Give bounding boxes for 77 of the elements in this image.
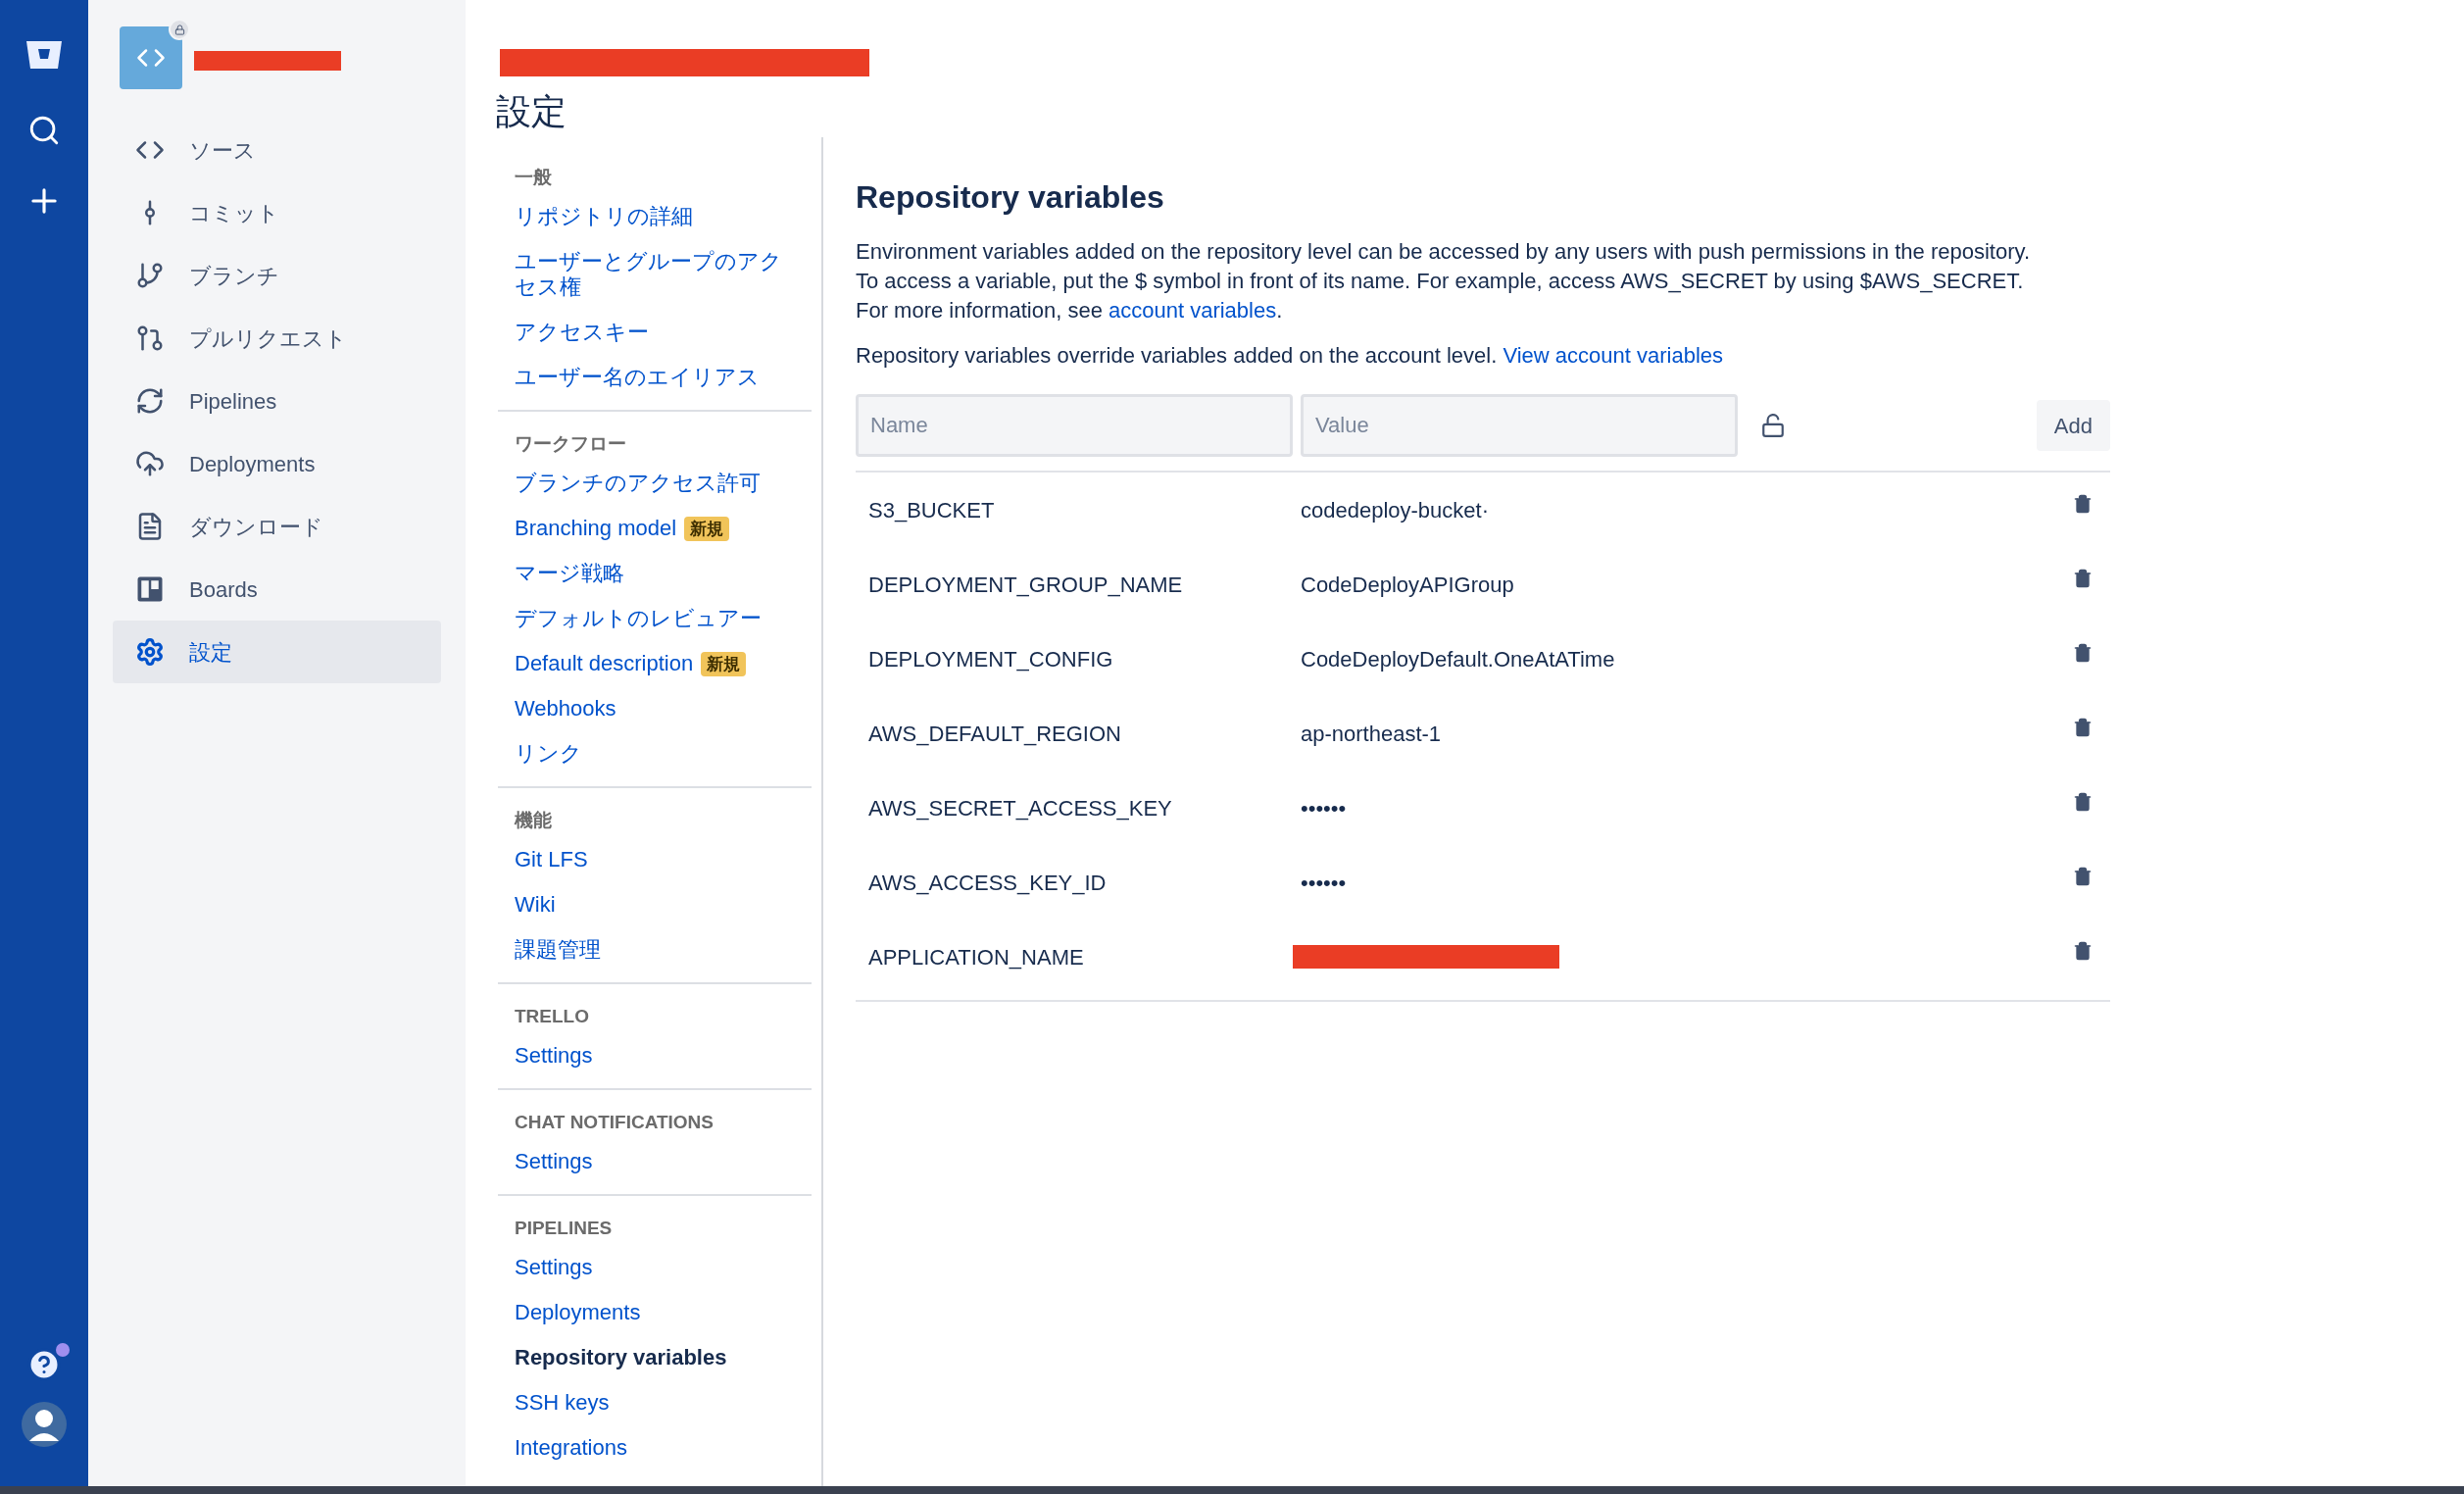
delete-icon[interactable] [2073,792,2093,812]
add-button[interactable]: Add [2036,400,2110,451]
delete-icon[interactable] [2073,718,2093,737]
new-badge: 新規 [701,651,747,676]
sidebar-item[interactable]: コミット [113,181,441,244]
variable-value: CodeDeployAPIGroup [1301,571,1514,599]
variable-name: AWS_ACCESS_KEY_ID [867,869,1108,897]
variable-name: S3_BUCKET [867,496,996,524]
settings-link[interactable]: リポジトリの詳細 [515,204,693,229]
variable-name: DEPLOYMENT_GROUP_NAME [867,571,1184,599]
cloud-upload-icon [135,449,165,478]
avatar[interactable] [22,1402,67,1447]
unlock-icon[interactable] [1760,413,1786,438]
sidebar-item[interactable]: プルリクエスト [113,307,441,370]
sidebar-item[interactable]: ダウンロード [113,495,441,558]
variable-value: •••••• [1301,869,1347,897]
settings-link[interactable]: Deployments [515,1300,641,1325]
settings-link[interactable]: アクセスキー [515,320,649,345]
variable-value: •••••• [1301,794,1347,822]
page-title: 設定 [496,90,567,133]
delete-icon[interactable] [2073,867,2093,886]
section-heading: 機能 [515,809,553,832]
value-field[interactable]: Value [1301,394,1738,457]
settings-link[interactable]: ユーザーとグループのアクセス権 [515,249,789,300]
settings-link[interactable]: Default description [515,651,694,676]
variable-value: ap-northeast-1 [1301,720,1442,748]
settings-link[interactable]: Integrations [515,1435,627,1461]
sidebar-item[interactable]: Boards [113,558,441,621]
variable-name: DEPLOYMENT_CONFIG [867,645,1114,673]
section-heading: 一般 [515,166,553,189]
settings-link[interactable]: Webhooks [515,696,616,722]
sidebar-item[interactable]: 設定 [113,621,441,683]
variable-value: CodeDeployDefault.OneAtATime [1301,645,1615,673]
delete-icon[interactable] [2073,643,2093,663]
section-title: Repository variables [856,178,1165,217]
sidebar-item[interactable]: Deployments [113,432,441,495]
settings-link[interactable]: Git LFS [515,847,588,872]
account-variables-link[interactable]: account variables [1109,298,1277,323]
settings-link[interactable]: デフォルトのレビュアー [515,606,762,631]
settings-link[interactable]: Repository variables [515,1345,727,1370]
settings-icon [135,637,165,667]
settings-link[interactable]: 課題管理 [515,937,601,963]
settings-link[interactable]: Wiki [515,892,556,918]
delete-icon[interactable] [2073,941,2093,961]
search-icon[interactable] [27,114,61,147]
section-heading: CHAT NOTIFICATIONS [515,1111,715,1134]
account-variables-link[interactable]: View account variables [1503,343,1723,368]
settings-link[interactable]: Settings [515,1255,593,1280]
variable-value: codedeploy-bucket· [1301,496,1489,524]
settings-link[interactable]: Settings [515,1043,593,1069]
description-text: Environment variables added on the repository level can be accessed by any users with push permissions in the repository. To access a variable, put the $ symbol in front of its name. For example, access AWS_SECRET by using $AWS_SECRET. For more information, see account variables. [856,238,2031,324]
section-heading: TRELLO [515,1005,590,1028]
settings-link[interactable]: リンク [515,741,582,767]
variable-name: AWS_SECRET_ACCESS_KEY [867,794,1173,822]
sidebar-item[interactable]: ソース [113,119,441,181]
variable-name: AWS_DEFAULT_REGION [867,720,1122,748]
name-field[interactable]: Name [856,394,1293,457]
pull-request-icon [135,324,165,353]
settings-link[interactable]: Settings [515,1149,593,1174]
board-icon [135,574,165,604]
section-heading: ワークフロー [515,432,627,456]
refresh-icon [135,386,165,416]
delete-icon[interactable] [2073,569,2093,588]
settings-link[interactable]: マージ戦略 [515,561,624,586]
branch-icon [135,261,165,290]
variable-name: APPLICATION_NAME [867,943,1085,971]
delete-icon[interactable] [2073,494,2093,514]
logo-icon[interactable] [25,39,64,71]
settings-link[interactable]: SSH keys [515,1390,610,1416]
settings-link[interactable]: ブランチのアクセス許可 [515,471,761,496]
sidebar-item[interactable]: Pipelines [113,370,441,432]
description-text: Repository variables override variables added on the account level. View account variables [856,342,1724,370]
new-badge: 新規 [684,516,730,541]
section-heading: PIPELINES [515,1217,614,1240]
sidebar-item[interactable]: ブランチ [113,244,441,307]
settings-link[interactable]: Branching model [515,516,677,541]
settings-link[interactable]: ユーザー名のエイリアス [515,365,760,390]
